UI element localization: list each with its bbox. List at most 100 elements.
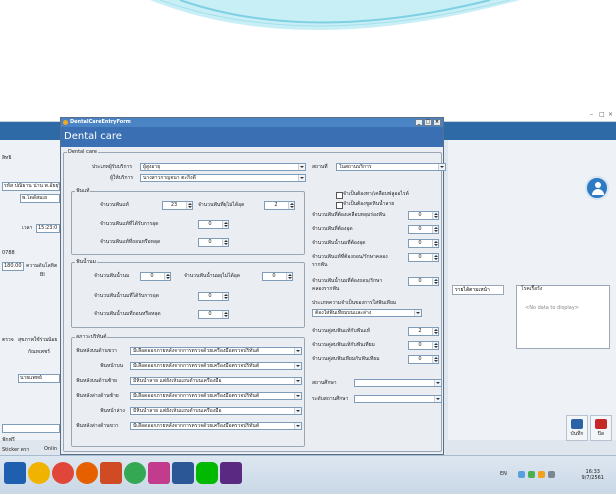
bg-input[interactable]: พ.โดดัสมเย <box>20 194 60 203</box>
right-tab[interactable]: รายได้ตามเหน้า <box>452 285 504 295</box>
extracted-label: จำนวนฟันแท้ที่ถอนหรือหลุด <box>100 239 161 245</box>
onenote-icon[interactable] <box>148 462 170 484</box>
milk-need-fill-spinner[interactable]: 0 <box>408 239 439 248</box>
gum-select-4[interactable]: มีเลือดออกภายหลังจากการตรวจด้วยเครื่องมื… <box>130 392 302 400</box>
word-icon[interactable] <box>172 462 194 484</box>
bg-input[interactable]: 180.00 <box>2 262 24 271</box>
milk-teeth-legend: ฟันน้ำนม <box>75 258 97 266</box>
dialog-title: DentalCareEntryForm <box>70 119 131 125</box>
extracted-count-spinner[interactable]: 0 <box>198 238 229 247</box>
milk-count-spinner[interactable]: 0 <box>140 272 171 281</box>
milk-need-extract-spinner[interactable]: 0 <box>408 277 439 286</box>
pair-spinner-3[interactable]: 0 <box>408 355 439 364</box>
need-fill-spinner[interactable]: 0 <box>408 225 439 234</box>
bg-row: Sticker ตรา <box>2 447 30 453</box>
pair-label-3: จำนวนคู่สบฟันเทียมกับฟันเทียม <box>312 356 380 362</box>
milk-need-fill-label: จำนวนฟันน้ำนมที่ต้องอุด <box>312 240 366 246</box>
clock[interactable]: 16:33 9/7/2561 <box>582 469 604 481</box>
chevron-down-icon <box>414 310 421 316</box>
dental-care-group: Dental care ประเภทผู้รับบริการ ผู้สูงอาย… <box>63 148 446 452</box>
filled-count-spinner[interactable]: 0 <box>198 220 229 229</box>
gum-select-2[interactable]: มีเลือดออกภายหลังจากการตรวจด้วยเครื่องมื… <box>130 362 302 370</box>
bg-row: ฟักฟรี <box>2 437 15 443</box>
dialog-close-button[interactable]: × <box>433 119 441 126</box>
gum-select-1[interactable]: มีเลือดออกภายหลังจากการตรวจด้วยเครื่องมื… <box>130 347 302 355</box>
bg-input[interactable]: 15:23:0 <box>36 224 60 233</box>
gum-select-5[interactable]: มีหินน้ำลาย แต่ยังเห็นแถบดำบนเครื่องมือ <box>130 407 302 415</box>
school-label: สถานศึกษา <box>312 380 337 386</box>
save-label: บันทึก <box>570 431 584 437</box>
chrome-icon[interactable] <box>52 462 74 484</box>
service-type-select[interactable]: ผู้สูงอายุ <box>140 163 306 171</box>
maximize-icon[interactable]: □ <box>599 111 605 118</box>
dialog-maximize-button[interactable]: □ <box>424 119 432 126</box>
gum-select-3[interactable]: มีหินน้ำลาย แต่ยังเห็นแถบดำบนเครื่องมือ <box>130 377 302 385</box>
powerpoint-icon[interactable] <box>100 462 122 484</box>
milk-decayed-label: จำนวนฟันน้ำนมผุไม่ได้อุด <box>184 273 241 279</box>
teeth-count-spinner[interactable]: 23 <box>162 201 193 210</box>
minimize-icon[interactable]: – <box>590 111 593 118</box>
bg-row: กัณหเพชร์ <box>28 349 51 355</box>
dialog-minimize-button[interactable]: _ <box>415 119 423 126</box>
background-left-panel: สิทธิ รหัส ปณิธาน น่าน พ.อัยยุรี พ.โดดัส… <box>0 140 62 453</box>
milk-decayed-spinner[interactable]: 0 <box>262 272 293 281</box>
start-icon[interactable] <box>4 462 26 484</box>
permanent-teeth-legend: ฟันแท้ <box>75 187 91 195</box>
chrome-icon[interactable] <box>124 462 146 484</box>
close-icon[interactable]: × <box>608 111 613 118</box>
chevron-down-icon <box>294 363 301 369</box>
chevron-down-icon <box>294 348 301 354</box>
clock-date: 9/7/2561 <box>581 475 604 481</box>
language-indicator[interactable]: EN <box>500 470 507 478</box>
provider-select[interactable]: นางสาวกาญจนา ตะกิ่งดี <box>140 174 306 182</box>
fluoride-checkbox[interactable]: จำเป็นต้องทา/เคลือบฟลูออไรด์ <box>336 191 409 199</box>
chrome-icon[interactable] <box>28 462 50 484</box>
sealant-label: จำนวนฟันที่ต้องเคลือบหลุมร่องฟัน <box>312 212 386 218</box>
line-icon[interactable] <box>196 462 218 484</box>
save-button[interactable]: บันทึก <box>566 415 588 441</box>
dialog-titlebar: DentalCareEntryForm _ □ × <box>61 118 443 127</box>
app-icon[interactable] <box>220 462 242 484</box>
scaling-checkbox[interactable]: จำเป็นต้องขูดหินน้ำลาย <box>336 201 394 209</box>
gum-label-1: ฟันหลังบนด้านขวา <box>76 348 117 354</box>
milk-teeth-group: ฟันน้ำนม จำนวนฟันน้ำนม 0 จำนวนฟันน้ำนมผุ… <box>71 258 305 328</box>
milk-extracted-spinner[interactable]: 0 <box>198 310 229 319</box>
pair-spinner-2[interactable]: 0 <box>408 341 439 350</box>
dental-care-dialog: DentalCareEntryForm _ □ × Dental care De… <box>60 117 446 455</box>
place-select[interactable]: ในสถานบริการ <box>336 163 446 171</box>
teeth-label: จำนวนฟันแท้ <box>100 202 129 208</box>
notification-icon[interactable] <box>548 471 555 478</box>
chevron-down-icon <box>294 378 301 384</box>
close-button[interactable]: ปิด <box>590 415 612 441</box>
school-select[interactable] <box>354 379 442 387</box>
bg-input[interactable] <box>2 424 60 433</box>
pair-label-2: จำนวนคู่สบฟันแท้กับฟันเทียม <box>312 342 375 348</box>
bg-input[interactable]: นายแพทย์ <box>18 374 60 383</box>
pair-spinner-1[interactable]: 2 <box>408 327 439 336</box>
chronic-disease-box: โรคเรื้อรัง <No data to display> <box>516 285 610 349</box>
milk-filled-spinner[interactable]: 0 <box>198 292 229 301</box>
user-avatar-icon[interactable] <box>585 176 609 200</box>
network-icon[interactable] <box>518 471 525 478</box>
bg-input[interactable]: รหัส ปณิธาน น่าน พ.อัยยุรี <box>2 182 60 191</box>
denture-select[interactable]: ต้องใส่ฟันเทียมบนและล่าง <box>312 309 422 317</box>
decayed-count-spinner[interactable]: 2 <box>264 201 295 210</box>
need-extract-spinner[interactable]: 0 <box>408 253 439 262</box>
system-tray: EN 16:33 9/7/2561 <box>496 456 616 495</box>
bg-row: ความดันโลหิต <box>26 263 58 269</box>
gum-label-3: ฟันหลังบนด้านซ้าย <box>76 378 117 384</box>
volume-icon[interactable] <box>538 471 545 478</box>
sealant-spinner[interactable]: 0 <box>408 211 439 220</box>
battery-icon[interactable] <box>528 471 535 478</box>
close-red-icon <box>595 419 607 429</box>
chevron-down-icon <box>434 380 441 386</box>
close-label: ปิด <box>597 431 605 437</box>
milk-extracted-label: จำนวนฟันน้ำนมที่ถอนหรือหลุด <box>94 311 161 317</box>
firefox-icon[interactable] <box>76 462 98 484</box>
chevron-down-icon <box>294 393 301 399</box>
bg-row: Onlin <box>44 446 58 452</box>
class-select[interactable] <box>354 395 442 403</box>
chevron-down-icon <box>294 423 301 429</box>
gum-label-5: ฟันหน้าล่าง <box>100 408 125 414</box>
gum-select-6[interactable]: มีเลือดออกภายหลังจากการตรวจด้วยเครื่องมื… <box>130 422 302 430</box>
